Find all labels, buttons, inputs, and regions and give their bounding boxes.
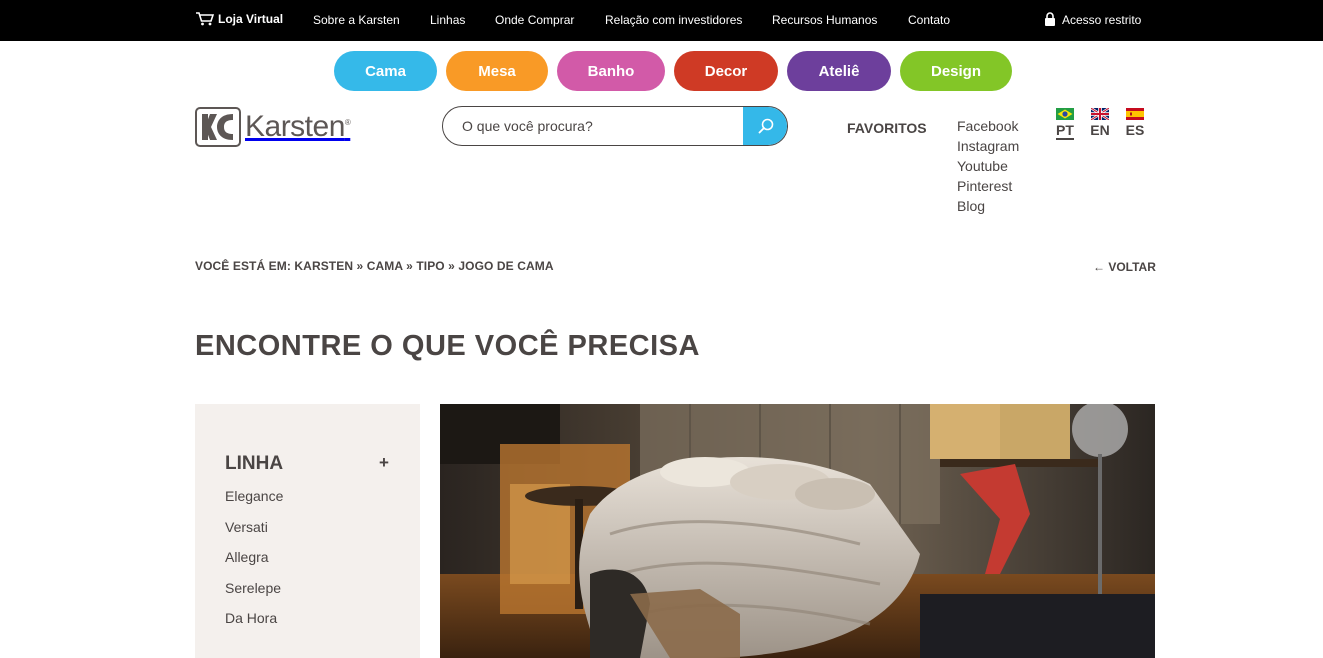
bedroom-photo[interactable] xyxy=(440,404,1155,658)
filter-item-da-hora[interactable]: Da Hora xyxy=(225,610,283,641)
social-link-instagram[interactable]: Instagram xyxy=(957,138,1019,158)
category-decor-button[interactable]: Decor xyxy=(674,51,778,91)
favorites-link[interactable]: FAVORITOS xyxy=(847,120,927,136)
filter-list: Elegance Versati Allegra Serelepe Da Hor… xyxy=(225,488,283,641)
karsten-k-icon xyxy=(202,114,233,140)
nav-link-where-to-buy[interactable]: Onde Comprar xyxy=(495,13,574,27)
category-banho-button[interactable]: Banho xyxy=(557,51,665,91)
social-link-youtube[interactable]: Youtube xyxy=(957,158,1019,178)
category-mesa-button[interactable]: Mesa xyxy=(446,51,548,91)
category-atelie-button[interactable]: Ateliê xyxy=(787,51,891,91)
language-en[interactable]: EN xyxy=(1090,108,1110,140)
search-input[interactable] xyxy=(443,107,743,145)
shopping-cart-icon xyxy=(196,12,214,26)
social-link-facebook[interactable]: Facebook xyxy=(957,118,1019,138)
language-pt-label: PT xyxy=(1056,122,1074,140)
restricted-access-link[interactable]: Acesso restrito xyxy=(1044,12,1141,27)
filter-heading[interactable]: LINHA xyxy=(225,453,283,475)
karsten-logo-mark xyxy=(195,107,241,147)
karsten-logo-text: Karsten® xyxy=(245,110,351,143)
category-cama-button[interactable]: Cama xyxy=(334,51,437,91)
nav-link-investors[interactable]: Relação com investidores xyxy=(605,13,742,27)
language-es[interactable]: ES xyxy=(1125,108,1145,140)
restricted-access-label: Acesso restrito xyxy=(1062,13,1142,27)
breadcrumb: VOCÊ ESTÁ EM: KARSTEN » CAMA » TIPO » JO… xyxy=(195,259,554,273)
search-button[interactable] xyxy=(743,107,787,145)
lock-icon xyxy=(1045,12,1055,26)
karsten-logo[interactable]: Karsten® xyxy=(195,107,351,147)
filter-sidebar: LINHA + Elegance Versati Allegra Serelep… xyxy=(195,404,420,658)
filter-item-allegra[interactable]: Allegra xyxy=(225,549,283,580)
nav-link-about[interactable]: Sobre a Karsten xyxy=(313,13,400,27)
social-link-blog[interactable]: Blog xyxy=(957,198,1019,218)
virtual-store-label: Loja Virtual xyxy=(218,12,284,26)
expand-filter-icon[interactable]: + xyxy=(379,453,389,473)
back-link[interactable]: ← VOLTAR xyxy=(1093,260,1156,274)
search-icon xyxy=(758,118,773,134)
nav-link-human-resources[interactable]: Recursos Humanos xyxy=(772,13,877,27)
bedroom-illustration xyxy=(440,404,1155,658)
language-selector: PT EN ES xyxy=(1055,108,1145,140)
filter-item-serelepe[interactable]: Serelepe xyxy=(225,580,283,611)
brazil-flag-icon xyxy=(1056,108,1074,120)
category-design-button[interactable]: Design xyxy=(900,51,1012,91)
uk-flag-icon xyxy=(1091,108,1109,120)
top-navigation-bar: Loja Virtual Sobre a Karsten Linhas Onde… xyxy=(0,0,1323,41)
language-pt[interactable]: PT xyxy=(1055,108,1075,140)
page-title: ENCONTRE O QUE VOCÊ PRECISA xyxy=(195,330,700,362)
spain-flag-icon xyxy=(1126,108,1144,120)
social-links: Facebook Instagram Youtube Pinterest Blo… xyxy=(957,118,1019,218)
search-bar xyxy=(442,106,788,146)
virtual-store-link[interactable]: Loja Virtual xyxy=(196,12,283,26)
nav-link-lines[interactable]: Linhas xyxy=(430,13,465,27)
category-nav: Cama Mesa Banho Decor Ateliê Design xyxy=(334,51,1012,91)
social-link-pinterest[interactable]: Pinterest xyxy=(957,178,1019,198)
language-en-label: EN xyxy=(1090,122,1110,138)
filter-item-versati[interactable]: Versati xyxy=(225,519,283,550)
filter-item-elegance[interactable]: Elegance xyxy=(225,488,283,519)
nav-link-contact[interactable]: Contato xyxy=(908,13,950,27)
language-es-label: ES xyxy=(1125,122,1145,138)
